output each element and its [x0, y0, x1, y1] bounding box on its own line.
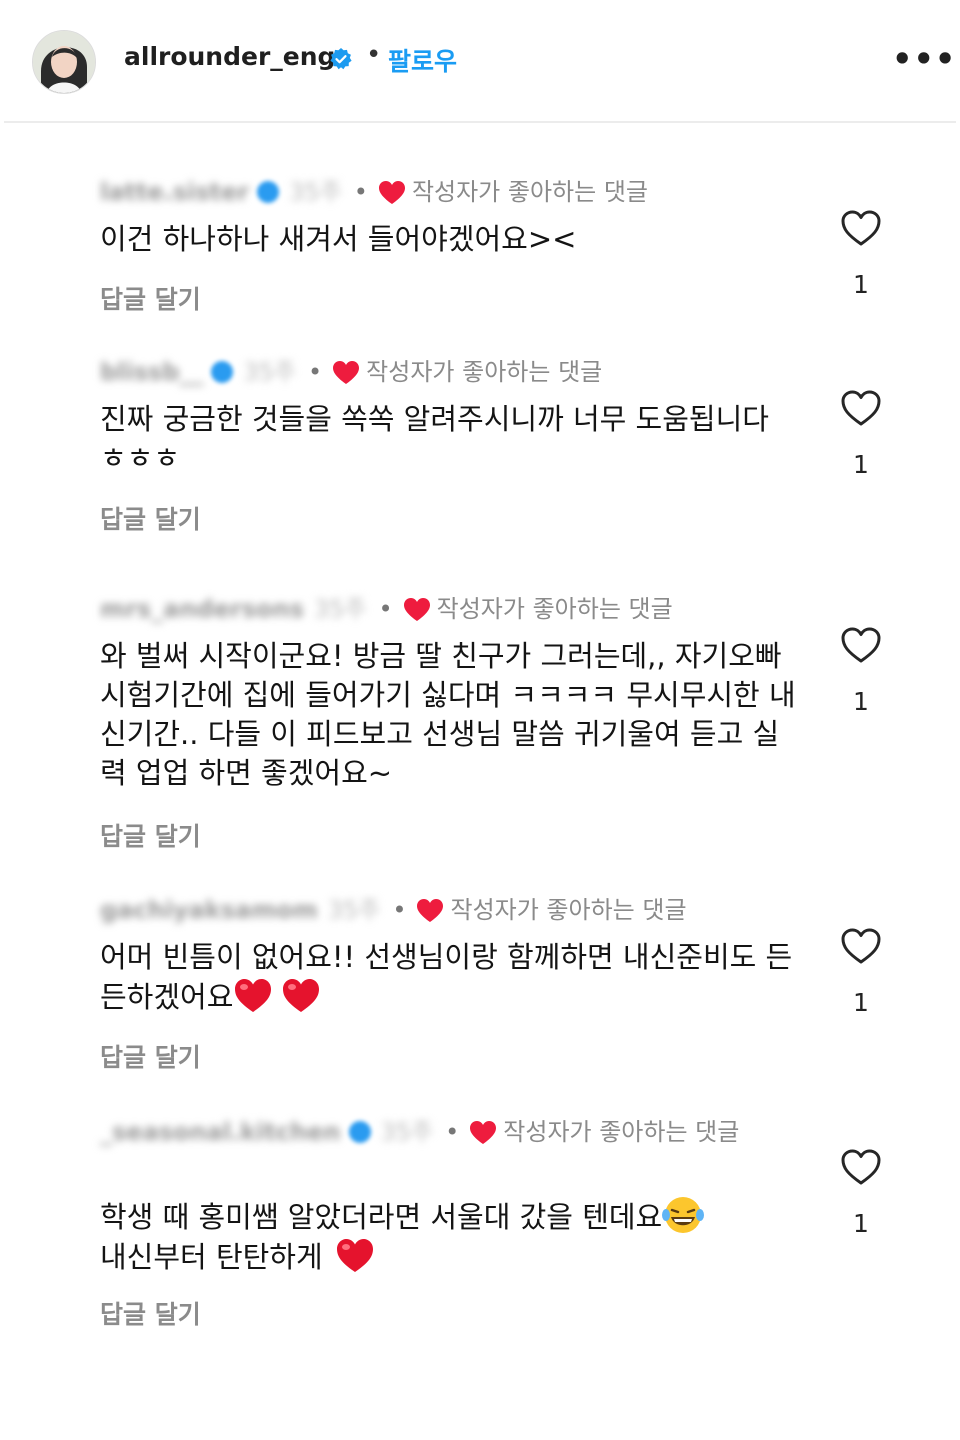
laughing-crying-emoji [662, 1197, 705, 1233]
comment-item: _seasonal.kitchen 35주 • 작성자가 좋아하는 댓글 학생 때 홍… [0, 1115, 960, 1335]
avatar-photo [33, 31, 95, 93]
comment-text: 어머 빈틈이 없어요!! 선생님이랑 함께하면 내신준비도 든든하겠어요 [100, 940, 793, 1014]
comment-item: latte.sister 35주 • 작성자가 좋아하는 댓글 이건 하나하나 새겨서… [0, 175, 960, 325]
heart-icon [403, 598, 430, 621]
like-count: 1 [853, 988, 869, 1017]
meta-separator: • [445, 1118, 460, 1146]
meta-separator: • [392, 896, 407, 924]
comment-item: blissb__ 35주 • 작성자가 좋아하는 댓글 진짜 궁금한 것들을 쏙쏙 알… [0, 355, 960, 545]
avatar[interactable] [32, 30, 96, 94]
comment-meta: blissb__ 35주 • 작성자가 좋아하는 댓글 [100, 355, 800, 389]
comment-meta: mrs_andersons 35주 • 작성자가 좋아하는 댓글 [100, 592, 800, 626]
comment-text: 진짜 궁금한 것들을 쏙쏙 알려주시니까 너무 도움됩니다 ㅎㅎㅎ [100, 402, 769, 475]
verified-badge-icon [330, 48, 352, 70]
comment-text: 학생 때 홍미쌤 알았더라면 서울대 갔을 텐데요 [100, 1200, 663, 1234]
comment-meta: latte.sister 35주 • 작성자가 좋아하는 댓글 [100, 175, 800, 209]
more-options-icon[interactable]: ••• [892, 40, 956, 78]
comment-username[interactable]: blissb__ [100, 358, 203, 386]
header-divider [4, 121, 956, 123]
header-separator: • [366, 40, 382, 70]
verified-badge-icon [257, 181, 280, 203]
comment-time: 35주 [327, 896, 381, 924]
meta-separator: • [378, 595, 393, 623]
heart-icon[interactable] [840, 389, 882, 427]
comment-text: 와 벌써 시작이군요! 방금 딸 친구가 그러는데,, 자기오빠 시험기간에 집… [100, 639, 796, 790]
heart-icon[interactable] [840, 927, 882, 965]
like-count: 1 [853, 450, 869, 479]
comment-username[interactable]: _seasonal.kitchen [100, 1118, 341, 1146]
reply-button[interactable]: 답글 달기 [100, 500, 201, 536]
comment-time: 35주 [243, 358, 297, 386]
comment-time: 35주 [380, 1118, 434, 1146]
reply-button[interactable]: 답글 달기 [100, 280, 201, 316]
like-count: 1 [853, 687, 869, 716]
meta-separator: • [353, 178, 368, 206]
meta-separator: • [308, 358, 323, 386]
comment-username[interactable]: mrs_andersons [100, 595, 304, 623]
like-count: 1 [853, 1209, 869, 1238]
author-liked-label: 작성자가 좋아하는 댓글 [366, 358, 603, 386]
author-liked-label: 작성자가 좋아하는 댓글 [436, 595, 673, 623]
comment-time: 35주 [313, 595, 367, 623]
comment-item: gachiyaksamom 35주 • 작성자가 좋아하는 댓글 어머 빈틈이 없어요… [0, 893, 960, 1083]
reply-button[interactable]: 답글 달기 [100, 1295, 201, 1331]
comment-meta: _seasonal.kitchen 35주 • 작성자가 좋아하는 댓글 [100, 1115, 800, 1149]
comment-text-line2: 내신부터 탄탄하게 [100, 1240, 323, 1274]
comment-meta: gachiyaksamom 35주 • 작성자가 좋아하는 댓글 [100, 893, 800, 927]
heart-icon [470, 1121, 497, 1144]
verified-badge-icon [348, 1121, 371, 1143]
heart-icon [378, 181, 405, 204]
reply-button[interactable]: 답글 달기 [100, 1038, 201, 1074]
comment-item: mrs_andersons 35주 • 작성자가 좋아하는 댓글 와 벌써 시작이군요… [0, 592, 960, 862]
like-count: 1 [853, 270, 869, 299]
reply-button[interactable]: 답글 달기 [100, 817, 201, 853]
red-heart-emoji [336, 1239, 373, 1272]
comment-text: 이건 하나하나 새겨서 들어야겠어요>< [100, 222, 577, 256]
comment-username[interactable]: gachiyaksamom [100, 896, 318, 924]
red-heart-emoji [235, 979, 272, 1012]
heart-icon [417, 899, 444, 922]
author-liked-label: 작성자가 좋아하는 댓글 [450, 896, 687, 924]
heart-icon [333, 361, 360, 384]
comment-text-wrap: 학생 때 홍미쌤 알았더라면 서울대 갔을 텐데요 내신부터 탄탄하게 [100, 1195, 800, 1277]
heart-icon[interactable] [840, 1148, 882, 1186]
post-author-username[interactable]: allrounder_eng [124, 42, 335, 71]
comment-text-wrap: 어머 빈틈이 없어요!! 선생님이랑 함께하면 내신준비도 든든하겠어요 [100, 938, 800, 1017]
red-heart-emoji [283, 979, 320, 1012]
comment-username[interactable]: latte.sister [100, 178, 249, 206]
verified-badge-icon [211, 361, 234, 383]
post-header: allrounder_eng • 팔로우 ••• [0, 0, 960, 122]
heart-icon[interactable] [840, 209, 882, 247]
author-liked-label: 작성자가 좋아하는 댓글 [503, 1118, 740, 1146]
follow-button[interactable]: 팔로우 [388, 42, 457, 78]
comment-time: 35주 [289, 178, 342, 206]
heart-icon[interactable] [840, 626, 882, 664]
author-liked-label: 작성자가 좋아하는 댓글 [411, 178, 648, 206]
